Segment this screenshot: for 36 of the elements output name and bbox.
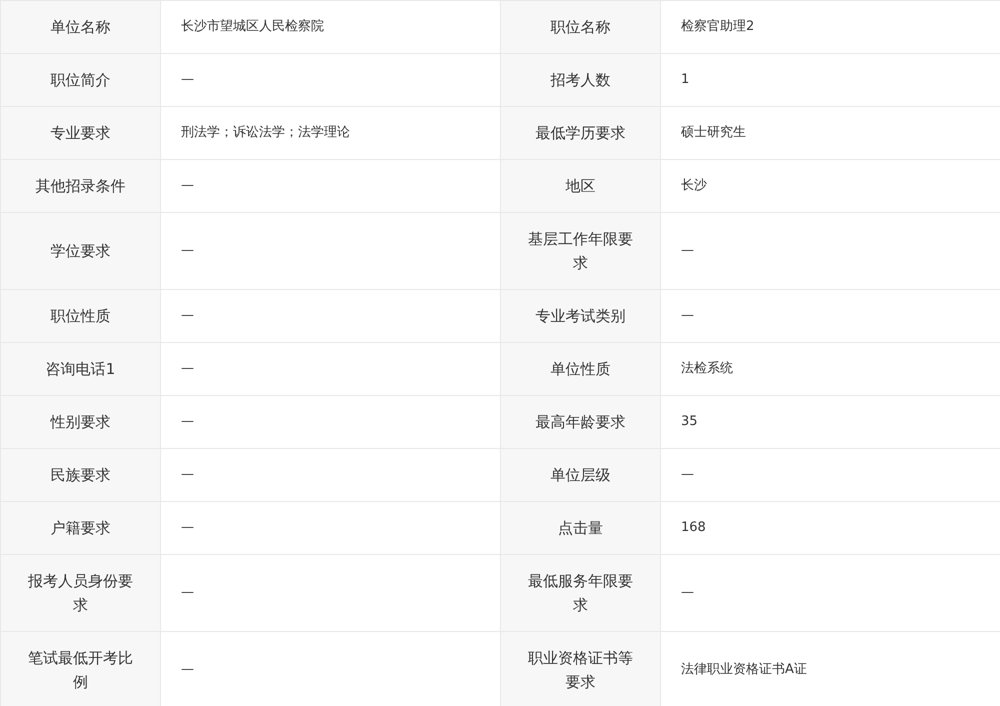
field-value: — — [160, 290, 500, 342]
field-value: 刑法学；诉讼法学；法学理论 — [160, 106, 500, 160]
field-label: 基层工作年限要求 — [500, 212, 660, 290]
field-value: — — [160, 554, 500, 632]
field-label: 性别要求 — [0, 396, 160, 448]
field-label: 笔试最低开考比例 — [0, 632, 160, 706]
field-label: 最低服务年限要求 — [500, 554, 660, 632]
field-label: 民族要求 — [0, 448, 160, 502]
field-value: — — [160, 448, 500, 502]
field-label: 点击量 — [500, 502, 660, 554]
field-value: — — [160, 160, 500, 212]
field-value: — — [160, 342, 500, 396]
field-label: 其他招录条件 — [0, 160, 160, 212]
field-label: 职位性质 — [0, 290, 160, 342]
field-value: 长沙市望城区人民检察院 — [160, 0, 500, 54]
field-value: — — [160, 396, 500, 448]
field-value: 检察官助理2 — [660, 0, 1000, 54]
field-label: 招考人数 — [500, 54, 660, 106]
field-label: 单位名称 — [0, 0, 160, 54]
field-label: 最高年龄要求 — [500, 396, 660, 448]
field-label: 最低学历要求 — [500, 106, 660, 160]
field-label: 地区 — [500, 160, 660, 212]
field-label: 报考人员身份要求 — [0, 554, 160, 632]
field-label: 单位性质 — [500, 342, 660, 396]
field-label: 单位层级 — [500, 448, 660, 502]
field-value: — — [160, 54, 500, 106]
field-label: 职业资格证书等要求 — [500, 632, 660, 706]
field-label: 职位简介 — [0, 54, 160, 106]
field-label: 咨询电话1 — [0, 342, 160, 396]
field-value: — — [160, 212, 500, 290]
field-label: 职位名称 — [500, 0, 660, 54]
field-value: — — [160, 502, 500, 554]
field-label: 户籍要求 — [0, 502, 160, 554]
field-label: 学位要求 — [0, 212, 160, 290]
field-label: 专业要求 — [0, 106, 160, 160]
field-label: 专业考试类别 — [500, 290, 660, 342]
